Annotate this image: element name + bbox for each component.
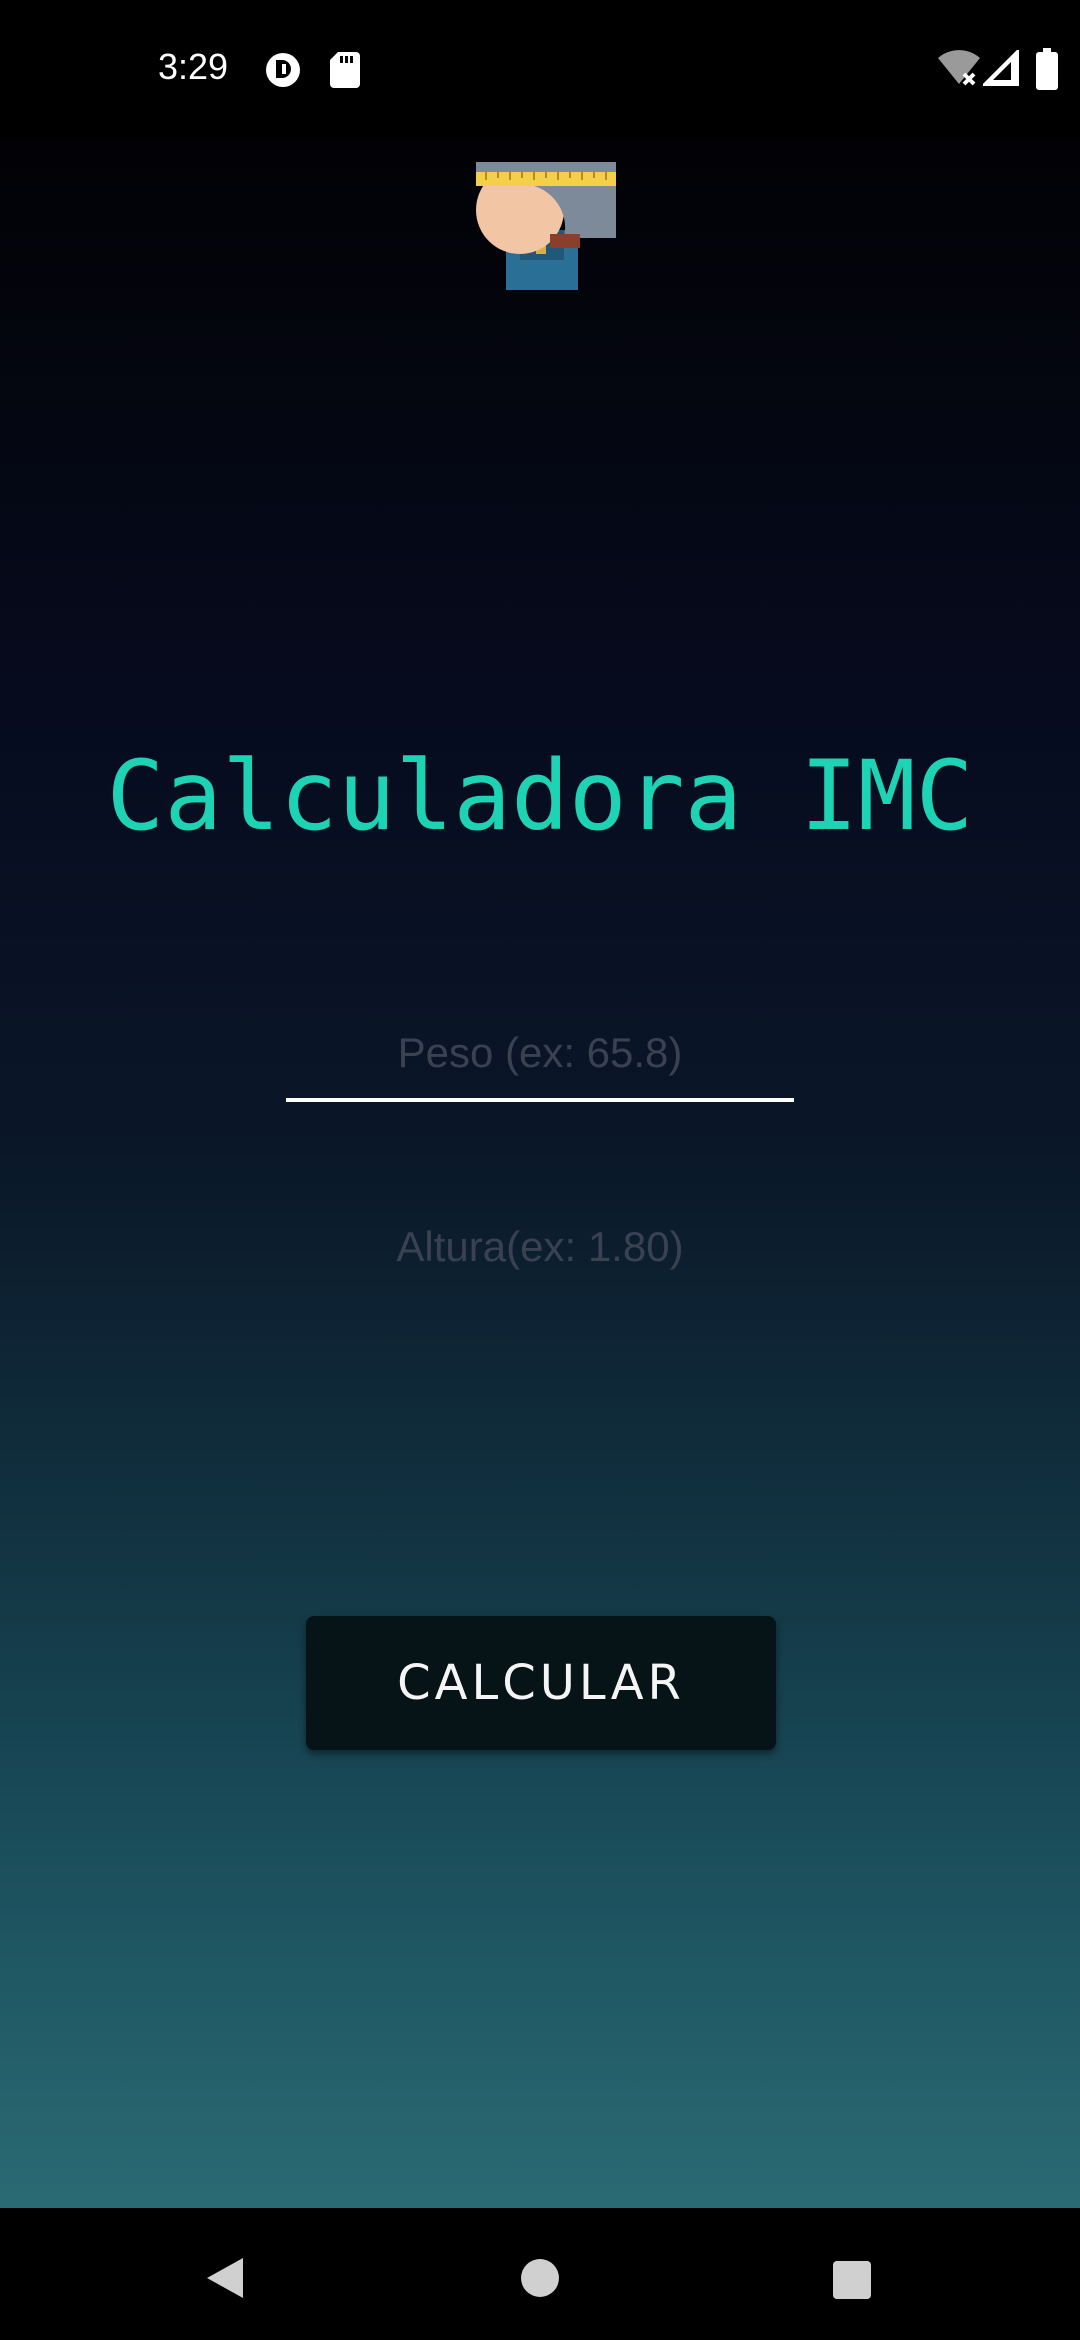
- status-time: 3:29: [158, 46, 229, 87]
- notification-circle-icon: [265, 52, 301, 93]
- calculate-button[interactable]: CALCULAR: [306, 1616, 776, 1750]
- back-icon[interactable]: [205, 2256, 245, 2305]
- app-screen: 3:29 Calculadora IMC Peso (ex: 65.8) Alt…: [0, 0, 1080, 2340]
- person-measuring-tape-icon: [460, 134, 620, 299]
- home-icon[interactable]: [520, 2258, 560, 2303]
- wifi-off-icon: [938, 48, 980, 93]
- recents-icon[interactable]: [832, 2260, 872, 2305]
- page-title: Calculadora IMC: [106, 740, 974, 852]
- battery-icon: [1036, 48, 1058, 95]
- navigation-bar: [0, 2208, 1080, 2340]
- signal-icon: [979, 46, 1021, 91]
- status-bar: 3:29: [0, 0, 1080, 140]
- height-input[interactable]: [286, 1202, 794, 1292]
- weight-input[interactable]: [286, 1008, 794, 1102]
- sd-card-icon: [330, 52, 360, 93]
